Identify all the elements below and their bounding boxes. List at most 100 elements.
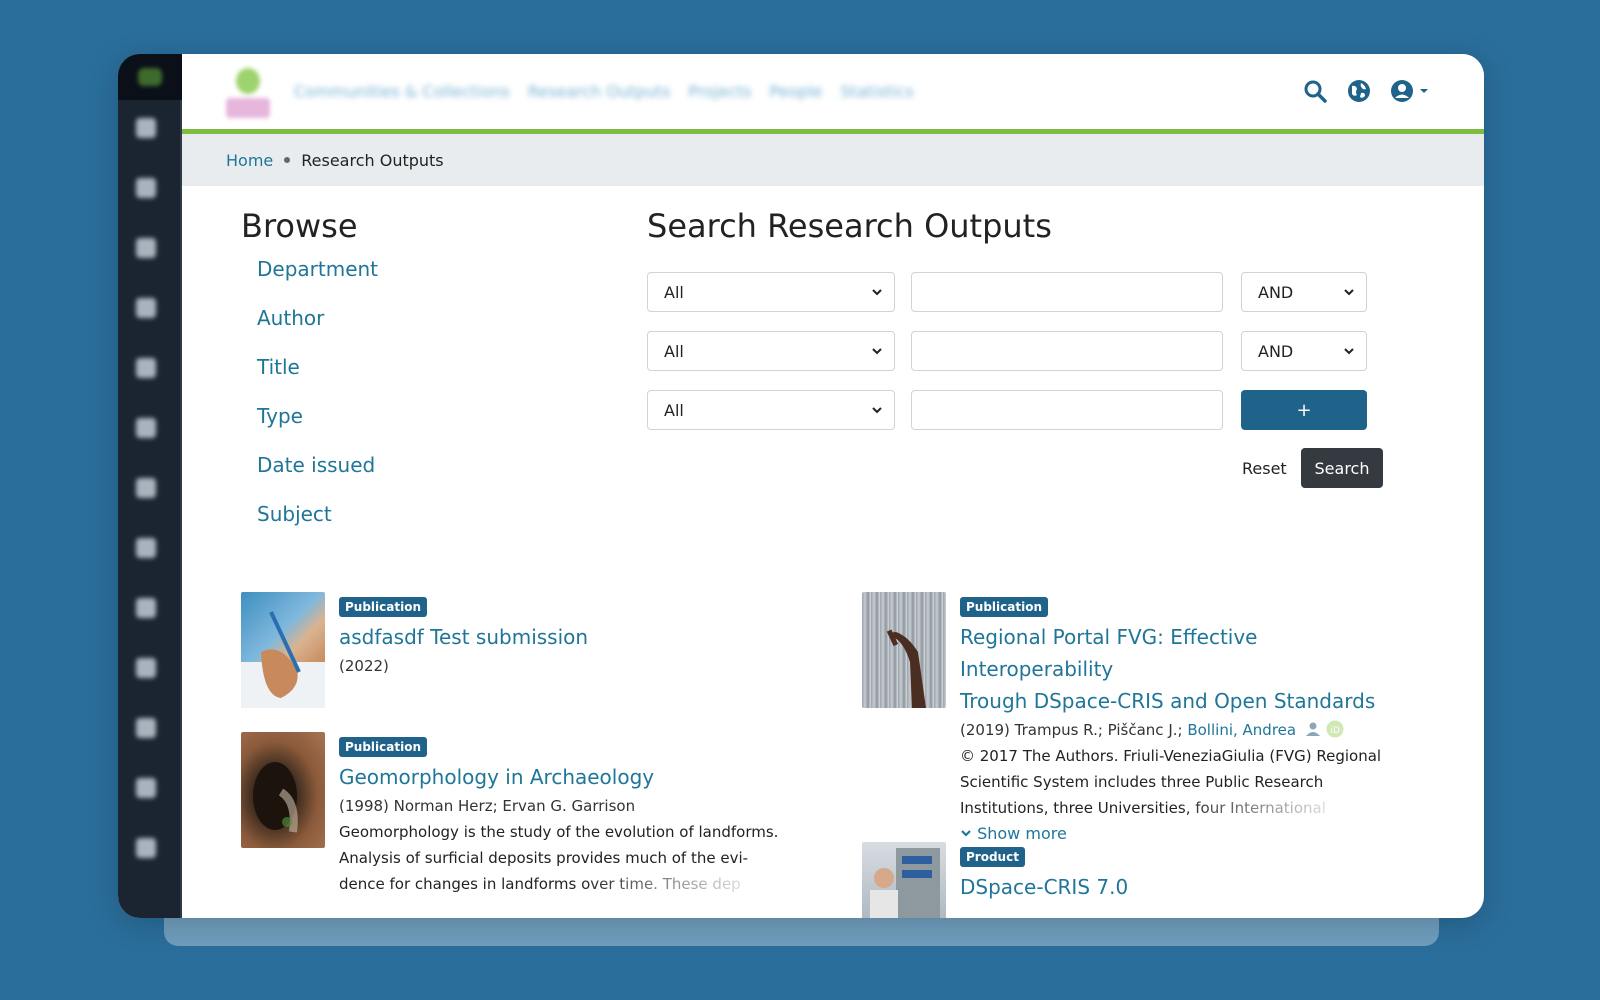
sidebar-system-icon[interactable] xyxy=(136,838,156,858)
result-thumbnail[interactable] xyxy=(862,592,946,708)
add-search-row-button[interactable]: + xyxy=(1241,390,1367,430)
nav-link-communities[interactable]: Communities & Collections xyxy=(294,82,510,101)
show-more-toggle[interactable]: Show more xyxy=(960,821,1410,847)
breadcrumb-current: Research Outputs xyxy=(301,150,444,170)
search-field-select-3[interactable]: All xyxy=(647,390,895,430)
sidebar-workflow-icon[interactable] xyxy=(136,658,156,678)
type-badge: Product xyxy=(960,847,1025,867)
search-button[interactable]: Search xyxy=(1301,448,1383,488)
nav-link-statistics[interactable]: Statistics xyxy=(841,82,914,101)
result-thumbnail[interactable] xyxy=(862,842,946,918)
navbar-actions xyxy=(1300,76,1432,106)
result-body: Publication Geomorphology in Archaeology… xyxy=(339,736,799,897)
abstract-line: Analysis of surficial deposits provides … xyxy=(339,849,749,867)
result-title-link[interactable]: Geomorphology in Archaeology xyxy=(339,761,799,793)
brand-logo[interactable] xyxy=(226,68,270,120)
result-body: Publication Regional Portal FVG: Effecti… xyxy=(960,596,1410,847)
globe-language-icon[interactable] xyxy=(1344,76,1374,106)
result-meta: (1998) Norman Herz; Ervan G. Garrison xyxy=(339,797,636,815)
sidebar-export-icon[interactable] xyxy=(136,298,156,318)
result-abstract: © 2017 The Authors. Friuli-VeneziaGiulia… xyxy=(960,743,1410,821)
sidebar-import-icon[interactable] xyxy=(136,238,156,258)
sidebar-add-icon[interactable] xyxy=(136,118,156,138)
chevron-down-icon xyxy=(1344,348,1354,355)
abstract-line: Institutions, three Universities, four I… xyxy=(960,799,1326,817)
search-term-input-3[interactable] xyxy=(911,390,1223,430)
chevron-down-icon xyxy=(872,289,882,296)
breadcrumb-home-link[interactable]: Home xyxy=(226,151,273,170)
browse-link-author[interactable]: Author xyxy=(257,306,324,330)
search-field-select-2[interactable]: All xyxy=(647,331,895,371)
abstract-line: Geomorphology is the study of the evolut… xyxy=(339,823,779,841)
browse-item: Department xyxy=(241,255,601,304)
result-thumbnail[interactable] xyxy=(241,592,325,708)
nav-link-research-outputs[interactable]: Research Outputs xyxy=(528,82,670,101)
browse-item: Title xyxy=(241,353,601,402)
result-title-link[interactable]: DSpace-CRIS 7.0 xyxy=(960,871,1420,903)
chevron-down-icon xyxy=(872,348,882,355)
select-value: All xyxy=(664,282,684,302)
sidebar-access-icon[interactable] xyxy=(136,358,156,378)
reset-button[interactable]: Reset xyxy=(1242,459,1287,478)
search-operator-select-1[interactable]: AND xyxy=(1241,272,1367,312)
orcid-icon[interactable]: iD xyxy=(1326,720,1344,738)
browse-list: Department Author Title Type Date issued… xyxy=(241,255,601,549)
abstract-line: Scientific System includes three Public … xyxy=(960,773,1324,791)
chevron-down-icon xyxy=(961,830,971,837)
chevron-down-icon xyxy=(1344,289,1354,296)
nav-link-projects[interactable]: Projects xyxy=(688,82,751,101)
nav-link-people[interactable]: People xyxy=(769,82,822,101)
result-title-link[interactable]: asdfasdf Test submission xyxy=(339,621,799,653)
browse-item: Type xyxy=(241,402,601,451)
search-field-select-1[interactable]: All xyxy=(647,272,895,312)
search-operator-select-2[interactable]: AND xyxy=(1241,331,1367,371)
search-term-input-1[interactable] xyxy=(911,272,1223,312)
sidebar-search-icon[interactable] xyxy=(136,478,156,498)
browse-link-date-issued[interactable]: Date issued xyxy=(257,453,375,477)
result-title-link[interactable]: Regional Portal FVG: Effective Interoper… xyxy=(960,621,1410,717)
result-meta: (2022) xyxy=(339,657,389,675)
title-line: Regional Portal FVG: Effective Interoper… xyxy=(960,625,1258,681)
select-value: All xyxy=(664,400,684,420)
browse-item: Subject xyxy=(241,500,601,549)
search-icon[interactable] xyxy=(1300,76,1330,106)
person-icon xyxy=(1305,722,1320,736)
author-link[interactable]: Bollini, Andrea xyxy=(1187,721,1296,739)
user-account-icon[interactable] xyxy=(1388,76,1432,106)
admin-sidebar xyxy=(118,54,182,918)
search-heading: Search Research Outputs xyxy=(647,207,1052,245)
meta-authors: (2019) Trampus R.; Piščanc J.; xyxy=(960,721,1188,739)
select-value: AND xyxy=(1258,282,1294,302)
browse-link-department[interactable]: Department xyxy=(257,257,378,281)
sidebar-registries-icon[interactable] xyxy=(136,418,156,438)
svg-text:iD: iD xyxy=(1330,726,1340,736)
main-area: Communities & Collections Research Outpu… xyxy=(182,54,1484,918)
result-thumbnail[interactable] xyxy=(241,732,325,848)
breadcrumb-separator xyxy=(284,157,291,163)
breadcrumb: Home Research Outputs xyxy=(182,134,1484,186)
abstract-line: dence for changes in landforms over time… xyxy=(339,875,741,893)
search-term-input-2[interactable] xyxy=(911,331,1223,371)
result-body: Product DSpace-CRIS 7.0 xyxy=(960,846,1420,903)
abstract-line: © 2017 The Authors. Friuli-VeneziaGiulia… xyxy=(960,747,1382,765)
type-badge: Publication xyxy=(960,597,1049,617)
browse-panel: Browse Department Author Title Type Date… xyxy=(241,207,601,549)
sidebar-health-icon[interactable] xyxy=(136,778,156,798)
browse-link-subject[interactable]: Subject xyxy=(257,502,332,526)
browse-link-type[interactable]: Type xyxy=(257,404,303,428)
sidebar-processes-icon[interactable] xyxy=(136,718,156,738)
browse-heading: Browse xyxy=(241,207,358,245)
select-value: All xyxy=(664,341,684,361)
sidebar-logo[interactable] xyxy=(118,54,182,100)
sidebar-list-icon[interactable] xyxy=(136,538,156,558)
app-window: Communities & Collections Research Outpu… xyxy=(118,54,1484,918)
sidebar-filter-icon[interactable] xyxy=(136,598,156,618)
browse-link-title[interactable]: Title xyxy=(257,355,300,379)
sidebar-edit-icon[interactable] xyxy=(136,178,156,198)
result-meta: (2019) Trampus R.; Piščanc J.; Bollini, … xyxy=(960,717,1410,743)
show-more-label: Show more xyxy=(977,824,1067,843)
type-badge: Publication xyxy=(339,597,428,617)
select-value: AND xyxy=(1258,341,1294,361)
type-badge: Publication xyxy=(339,737,428,757)
result-body: Publication asdfasdf Test submission (20… xyxy=(339,596,799,679)
